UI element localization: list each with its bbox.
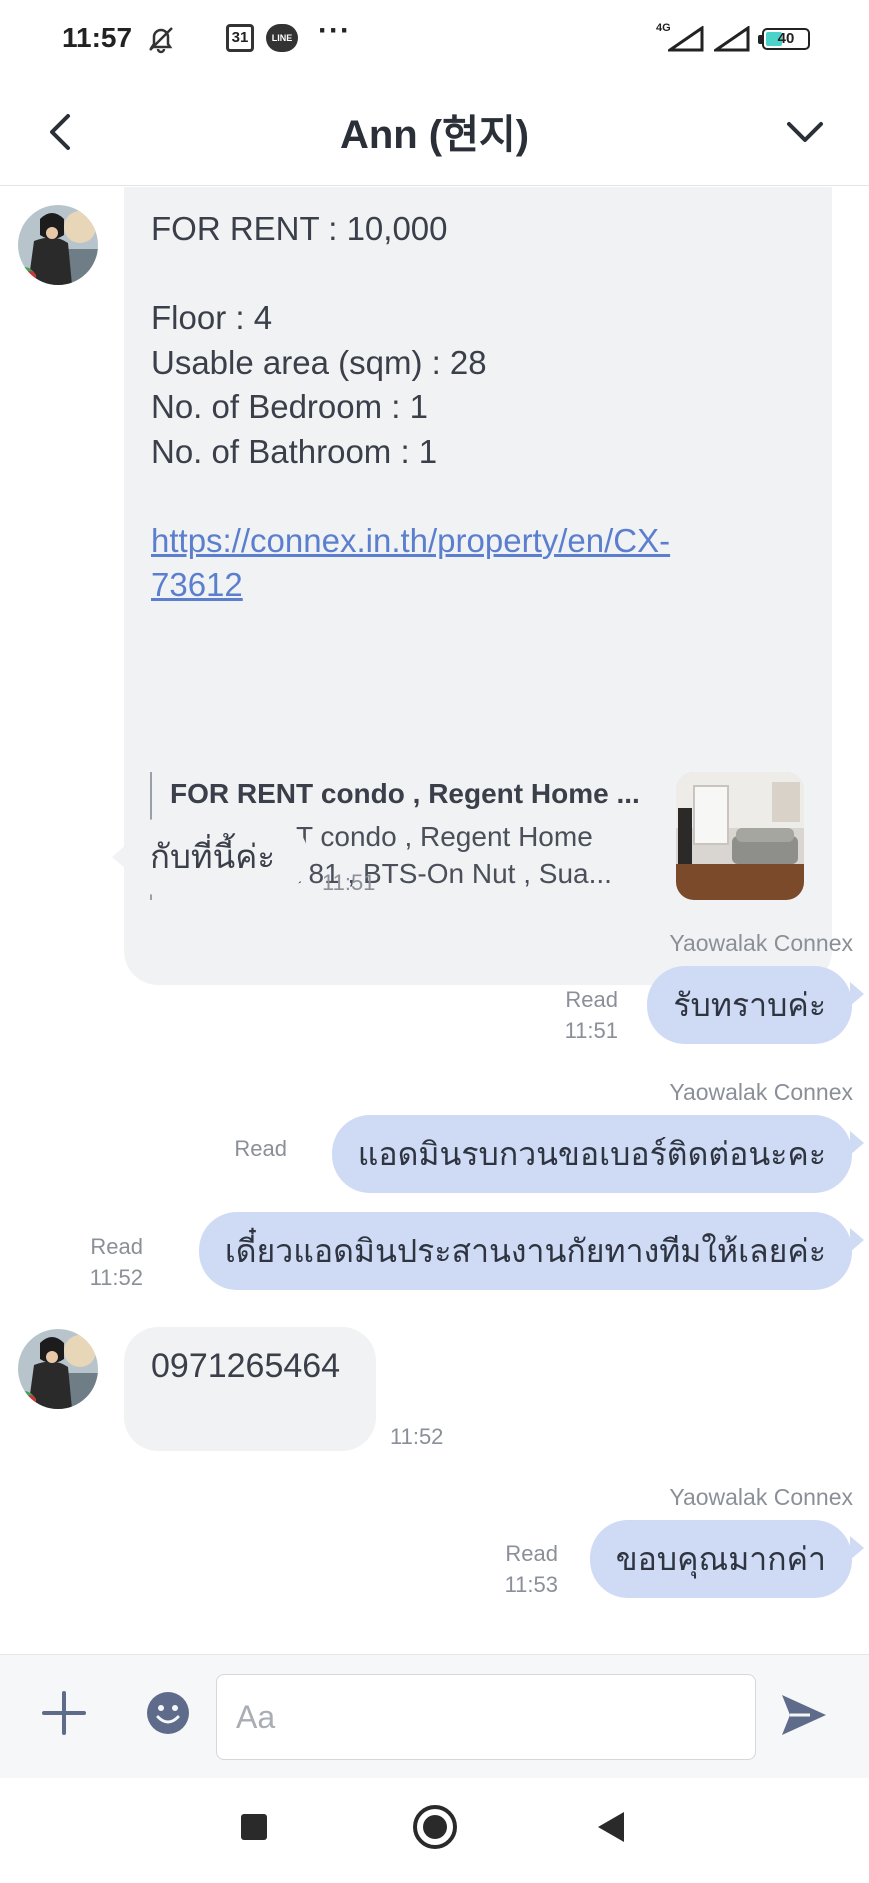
message-time: 11:52 (390, 1424, 444, 1449)
outgoing-message-bubble[interactable]: เดี๋ยวแอดมินประสานงานกัยทางทีมให้เลยค่ะ (198, 1212, 852, 1290)
read-receipt: Read 11:52 (90, 1231, 143, 1293)
listing-link[interactable]: https://connex.in.th/property/en/CX- 736… (151, 519, 806, 608)
message-input[interactable] (216, 1674, 756, 1760)
bubble-tail (850, 982, 864, 1006)
recent-apps-button[interactable] (241, 1814, 267, 1840)
calendar-icon: 31 (226, 24, 254, 52)
outgoing-message-bubble[interactable]: ขอบคุณมากค่า (589, 1520, 852, 1598)
home-icon (423, 1815, 447, 1839)
listing-floor: Floor : 4 (151, 299, 273, 336)
message-input-bar (0, 1654, 869, 1778)
message-time: 11:52 (89, 1265, 143, 1290)
avatar[interactable] (18, 205, 98, 285)
signal-icon (711, 25, 750, 57)
message-time: 11:53 (504, 1572, 558, 1597)
avatar[interactable] (18, 1329, 98, 1409)
bubble-tail (850, 1228, 864, 1252)
read-receipt: Read 11:53 (505, 1538, 558, 1600)
listing-bathroom: No. of Bathroom : 1 (151, 432, 438, 470)
outgoing-message-bubble[interactable]: รับทราบค่ะ (647, 966, 852, 1044)
message-time: 11:51 (322, 870, 376, 895)
sender-name: Yaowalak Connex (669, 930, 853, 956)
listing-area: Usable area (sqm) : 28 (151, 343, 487, 381)
system-nav-bar (0, 1778, 869, 1883)
incoming-message-bubble[interactable]: 0971265464 (124, 1327, 376, 1451)
send-icon (782, 1695, 826, 1735)
home-button[interactable] (413, 1805, 457, 1849)
read-receipt: Read 11:51 (565, 984, 618, 1046)
more-notifications-icon: ··· (318, 14, 351, 47)
read-status: Read (565, 987, 618, 1012)
bubble-tail (850, 1536, 864, 1560)
read-status: Read (90, 1234, 143, 1259)
outgoing-message-bubble[interactable]: แอดมินรบกวนขอเบอร์ติดต่อนะคะ (331, 1115, 852, 1193)
listing-price: FOR RENT : 10,000 (151, 210, 448, 247)
battery-level: 40 (777, 30, 795, 47)
listing-link-line2: 73612 (151, 566, 243, 603)
chat-menu-button[interactable] (775, 100, 835, 164)
plus-icon (42, 1691, 86, 1735)
preview-thumbnail (676, 772, 804, 900)
battery-icon: 40 (762, 28, 810, 50)
signal-icon (665, 25, 704, 57)
chevron-down-icon (787, 122, 823, 142)
chat-title: Ann (현지) (339, 113, 530, 157)
smiley-icon (147, 1692, 189, 1734)
sender-name: Yaowalak Connex (669, 1079, 853, 1105)
read-status: Read (234, 1136, 287, 1161)
listing-link-line1: https://connex.in.th/property/en/CX- (151, 521, 671, 559)
incoming-message-bubble[interactable]: กับที่นี้ค่ะ (124, 818, 308, 896)
message-list[interactable]: FOR RENT : 10,000 Floor : 4 Usable area … (0, 187, 869, 1654)
send-button[interactable] (780, 1693, 828, 1737)
listing-bedroom: No. of Bedroom : 1 (151, 388, 428, 425)
status-bar: 11:57 31 LINE ··· 4G 40 (0, 0, 869, 78)
attach-button[interactable] (42, 1691, 86, 1735)
message-time: 11:51 (564, 1018, 618, 1043)
emoji-button[interactable] (146, 1691, 190, 1735)
sender-name: Yaowalak Connex (669, 1484, 853, 1510)
read-status: Read (505, 1541, 558, 1566)
bell-off-icon (146, 24, 176, 59)
bubble-tail (850, 1131, 864, 1155)
line-app-icon: LINE (266, 24, 298, 52)
chat-header: Ann (현지) (0, 78, 869, 186)
status-time: 11:57 (62, 22, 133, 53)
preview-title: FOR RENT condo , Regent Home ... (170, 778, 640, 809)
system-back-button[interactable] (598, 1812, 624, 1842)
